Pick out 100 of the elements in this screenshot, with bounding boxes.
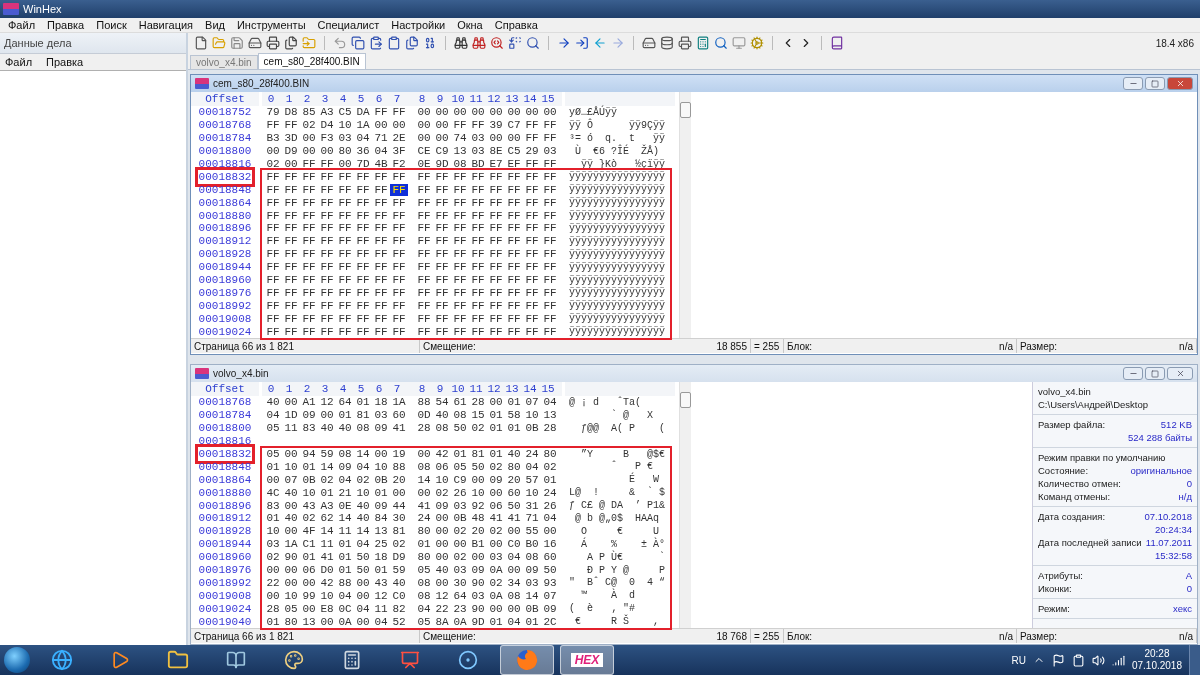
hex-byte: 01 <box>355 396 371 409</box>
version-label: 18.4 x86 <box>1155 37 1194 49</box>
menu-item[interactable]: Файл <box>5 56 33 68</box>
hex-byte: 20 <box>391 473 407 486</box>
language-indicator[interactable]: RU <box>1011 654 1026 666</box>
menu-item[interactable]: Справка <box>488 19 544 31</box>
info-value: 524 288 байты <box>1128 431 1192 444</box>
menu-item[interactable]: Файл <box>2 19 42 31</box>
close-button[interactable] <box>1167 367 1193 380</box>
drive-icon[interactable] <box>248 36 262 50</box>
close-button[interactable] <box>1167 77 1193 90</box>
scrollbar[interactable] <box>679 92 691 338</box>
hex-byte: 24 <box>542 486 558 499</box>
menu-item[interactable]: Инструменты <box>230 19 312 31</box>
hex-byte: FF <box>319 248 335 261</box>
hex-byte: 50 <box>542 564 558 576</box>
hex-byte: FF <box>506 261 522 274</box>
arrow-right-icon[interactable] <box>557 36 571 50</box>
column-header: 0 <box>266 383 276 395</box>
hex-byte: D8 <box>283 106 299 119</box>
menu-item[interactable]: Настройки <box>385 19 452 31</box>
hex-byte: FF <box>488 274 504 286</box>
arrow-left-icon[interactable] <box>593 36 607 50</box>
search-icon[interactable] <box>490 36 504 50</box>
hex-byte: FF <box>337 235 353 248</box>
hex-byte: 2E <box>391 132 407 145</box>
file-tab[interactable]: volvo_x4.bin <box>190 55 258 69</box>
hex-byte: 25 <box>373 538 389 551</box>
hex-byte: 00 <box>301 576 317 589</box>
menu-item[interactable]: Навигация <box>132 19 200 31</box>
hex-byte: 01 <box>373 486 389 499</box>
menu-item[interactable]: Специалист <box>311 19 386 31</box>
scrollbar[interactable] <box>679 382 691 628</box>
printer-icon[interactable] <box>678 36 692 50</box>
menu-item[interactable]: Окна <box>451 19 489 31</box>
hex-byte: 01 <box>506 396 522 409</box>
hex-byte: FF <box>524 286 540 299</box>
menu-item[interactable]: Правка <box>41 19 91 31</box>
hex-byte: 03 <box>337 132 353 145</box>
offset-cell: 00018912 <box>198 512 252 525</box>
hex-byte: 00 <box>265 145 281 158</box>
hex-byte: FF <box>470 222 486 235</box>
binoculars-icon[interactable] <box>454 36 468 50</box>
binoculars-icon[interactable] <box>472 36 486 50</box>
hex-byte: 09 <box>488 473 504 486</box>
menu-item[interactable]: Правка <box>46 56 84 68</box>
hex-byte: 08 <box>434 422 450 435</box>
hex-byte: 10 <box>319 589 335 602</box>
hex-byte: 01 <box>337 564 353 576</box>
taskbar-button[interactable]: HEX <box>560 645 614 675</box>
binary-icon[interactable] <box>423 36 437 50</box>
hex-byte: FF <box>301 158 317 170</box>
ascii-text: ³= ó q. t ÿÿ <box>568 132 666 144</box>
calculator-icon[interactable] <box>696 36 710 50</box>
hex-byte: FF <box>488 196 504 209</box>
database-icon[interactable] <box>660 36 674 50</box>
search-icon[interactable] <box>714 36 728 50</box>
close-icon <box>1175 369 1185 378</box>
hex-byte: FF <box>416 274 432 286</box>
hex-byte: FF <box>373 106 389 119</box>
clipboard-icon[interactable] <box>387 36 401 50</box>
hex-byte: FF <box>506 235 522 248</box>
signal-icon[interactable] <box>1111 653 1125 667</box>
menu-item[interactable]: Вид <box>199 19 231 31</box>
column-header: 11 <box>468 383 484 395</box>
hex-byte: FF <box>301 209 317 222</box>
hex-byte: FF <box>542 325 558 338</box>
goto-icon[interactable] <box>575 36 589 50</box>
folder-icon <box>167 649 189 671</box>
book-icon[interactable] <box>830 36 844 50</box>
hex-byte: 30 <box>391 512 407 525</box>
hex-byte: FF <box>542 196 558 209</box>
clipboard-icon[interactable] <box>1071 653 1085 667</box>
hex-byte: 85 <box>301 106 317 119</box>
file-tab[interactable]: cem_s80_28f400.BIN <box>257 53 366 69</box>
menu-item[interactable]: Поиск <box>90 19 133 31</box>
offset-cell: 00018816 <box>198 158 252 170</box>
copy-icon[interactable] <box>351 36 365 50</box>
file-icon[interactable] <box>194 36 208 50</box>
hex-byte: FF <box>265 170 281 183</box>
hex-byte: FF <box>506 248 522 261</box>
hex-byte: 93 <box>542 576 558 589</box>
copy-icon[interactable] <box>405 36 419 50</box>
hex-byte: A3 <box>319 499 335 512</box>
offset-cell: 00018992 <box>198 299 252 312</box>
hex-byte: 30 <box>452 576 468 589</box>
hex-byte: FF <box>488 183 504 196</box>
hex-byte: 3F <box>391 145 407 158</box>
volume-icon[interactable] <box>1091 653 1105 667</box>
gear-icon[interactable] <box>750 36 764 50</box>
taskbar-button[interactable] <box>500 645 554 675</box>
paste-icon[interactable] <box>369 36 383 50</box>
printer-icon[interactable] <box>266 36 280 50</box>
hex-byte: 00 <box>391 486 407 499</box>
hex-byte: 42 <box>319 576 335 589</box>
drive-icon[interactable] <box>642 36 656 50</box>
column-header: 15 <box>540 93 556 105</box>
flag-icon[interactable] <box>1051 653 1065 667</box>
clock[interactable]: 20:28 07.10.2018 <box>1131 648 1182 672</box>
start-button[interactable] <box>4 647 30 673</box>
